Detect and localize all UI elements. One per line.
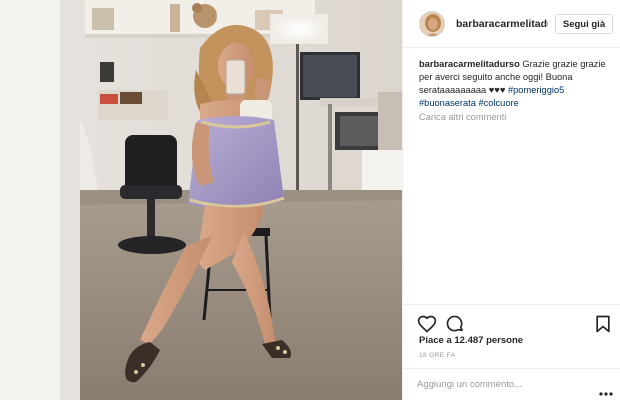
hashtag-link[interactable]: #colcuore [478,98,518,108]
comment-form [403,368,620,400]
caption-username[interactable]: barbaracarmelitadurso [419,59,520,69]
likes-count[interactable]: Piace a 12.487 persone [419,335,523,346]
follow-button[interactable]: Segui già [555,14,613,34]
comment-input[interactable] [417,375,587,393]
action-bar [403,304,620,333]
avatar[interactable] [419,11,445,37]
hashtag-link[interactable]: #pomeriggio5 [508,85,564,95]
photo-scene [0,0,402,400]
post-header: barbaracarmelitadurso Segui già [403,0,620,48]
ellipsis-icon[interactable] [599,383,613,396]
bookmark-icon[interactable] [593,314,613,334]
post-sidebar: barbaracarmelitadurso Segui già barbarac… [402,0,620,400]
speech-bubble-icon[interactable] [445,314,465,334]
header-username[interactable]: barbaracarmelitadurso [456,18,548,30]
load-more-comments-link[interactable]: Carica altri commenti [419,112,506,122]
heart-icon[interactable] [417,314,437,334]
post-photo[interactable] [0,0,402,400]
post-caption: barbaracarmelitadurso Grazie grazie graz… [419,58,615,110]
hashtag-link[interactable]: #buonaserata [419,98,476,108]
profile-photo-icon [420,12,444,36]
instagram-post: barbaracarmelitadurso Segui già barbarac… [0,0,620,400]
post-timestamp: 18 ORE FA [419,352,456,359]
